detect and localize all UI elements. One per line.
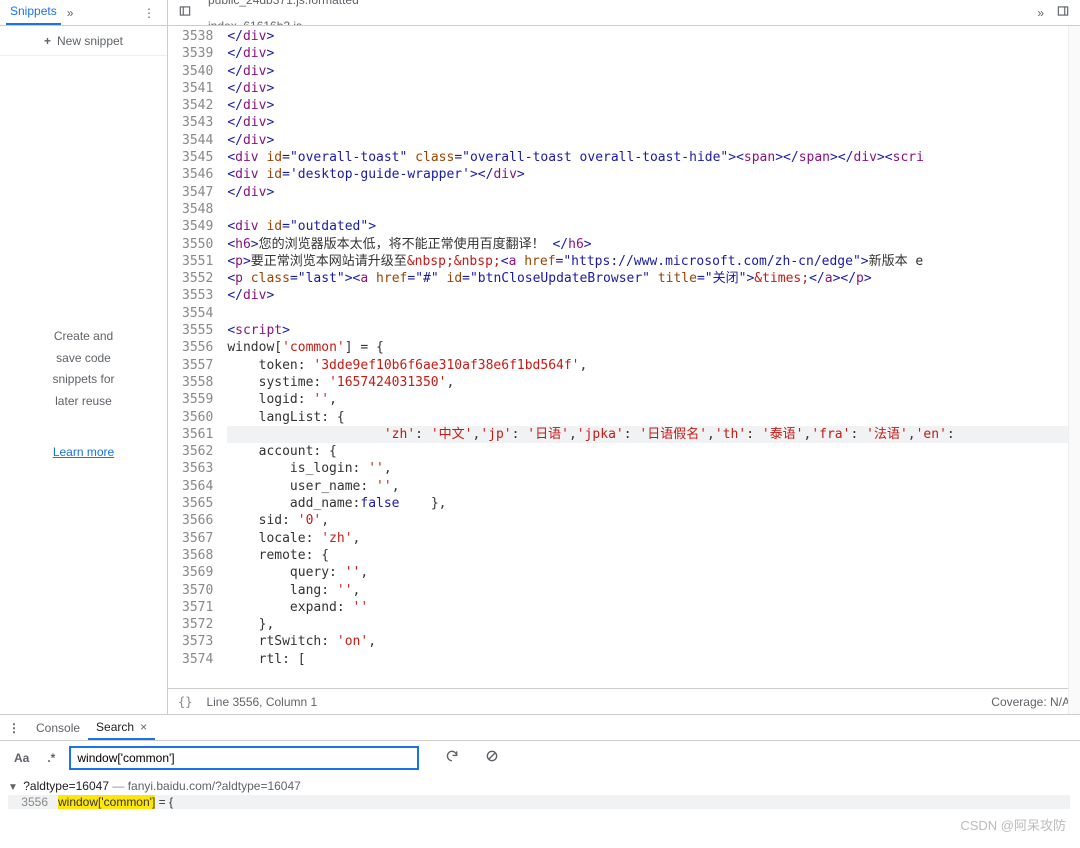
- coverage-status: Coverage: N/A: [991, 695, 1070, 709]
- file-tab[interactable]: index_61616b2.js: [198, 13, 369, 26]
- tabs-overflow-icon[interactable]: »: [1031, 6, 1050, 20]
- new-snippet-button[interactable]: + New snippet: [0, 26, 167, 56]
- chevron-right-icon[interactable]: »: [61, 6, 80, 20]
- watermark: CSDN @阿呆攻防: [960, 815, 1066, 834]
- close-icon[interactable]: ×: [140, 720, 147, 734]
- code-content[interactable]: </div> </div> </div> </div> </div> </div…: [223, 26, 1080, 688]
- vertical-scrollbar[interactable]: [1068, 26, 1080, 714]
- match-case-icon[interactable]: Aa: [10, 751, 33, 765]
- nav-right-icon[interactable]: [1050, 4, 1076, 21]
- line-gutter: 3538 3539 3540 3541 3542 3543 3544 3545 …: [168, 26, 223, 688]
- search-results: ▼ ?aldtype=16047 — fanyi.baidu.com/?aldt…: [0, 779, 1080, 815]
- format-icon[interactable]: {}: [178, 695, 192, 709]
- result-file[interactable]: ▼ ?aldtype=16047 — fanyi.baidu.com/?aldt…: [8, 779, 1070, 793]
- main-area: + New snippet Create and save code snipp…: [0, 26, 1080, 714]
- result-line[interactable]: 3556 window['common'] = {: [8, 795, 1070, 809]
- plus-icon: +: [44, 34, 51, 48]
- refresh-icon[interactable]: [445, 749, 459, 767]
- drawer-more-icon[interactable]: ⋮: [6, 721, 28, 735]
- learn-more-link[interactable]: Learn more: [53, 442, 114, 464]
- snippets-panel-header: Snippets » ⋮: [0, 0, 168, 25]
- code-editor[interactable]: 3538 3539 3540 3541 3542 3543 3544 3545 …: [168, 26, 1080, 714]
- drawer-header: ⋮ Console Search ×: [0, 714, 1080, 741]
- file-tab[interactable]: public_24db371.js:formatted: [198, 0, 369, 13]
- chevron-down-icon: ▼: [8, 782, 18, 793]
- nav-left-icon[interactable]: [172, 4, 198, 21]
- top-toolbar: Snippets » ⋮ ?aldtype=16047×public_24db3…: [0, 0, 1080, 26]
- new-snippet-label: New snippet: [57, 34, 123, 48]
- search-toolbar: Aa .*: [0, 741, 1080, 775]
- snippets-tab[interactable]: Snippets: [6, 0, 61, 25]
- cursor-position: Line 3556, Column 1: [206, 695, 317, 709]
- editor-status-bar: {} Line 3556, Column 1 Coverage: N/A: [168, 688, 1080, 714]
- search-input[interactable]: [69, 746, 419, 770]
- sidebar: + New snippet Create and save code snipp…: [0, 26, 168, 714]
- file-tabs-bar: ?aldtype=16047×public_24db371.js:formatt…: [168, 0, 1080, 25]
- regex-icon[interactable]: .*: [43, 751, 59, 765]
- tab-search[interactable]: Search ×: [88, 716, 155, 740]
- more-icon[interactable]: ⋮: [137, 6, 161, 20]
- tab-console[interactable]: Console: [28, 717, 88, 739]
- result-line-number: 3556: [8, 795, 58, 809]
- sidebar-placeholder: Create and save code snippets for later …: [0, 326, 167, 464]
- clear-icon[interactable]: [485, 749, 499, 767]
